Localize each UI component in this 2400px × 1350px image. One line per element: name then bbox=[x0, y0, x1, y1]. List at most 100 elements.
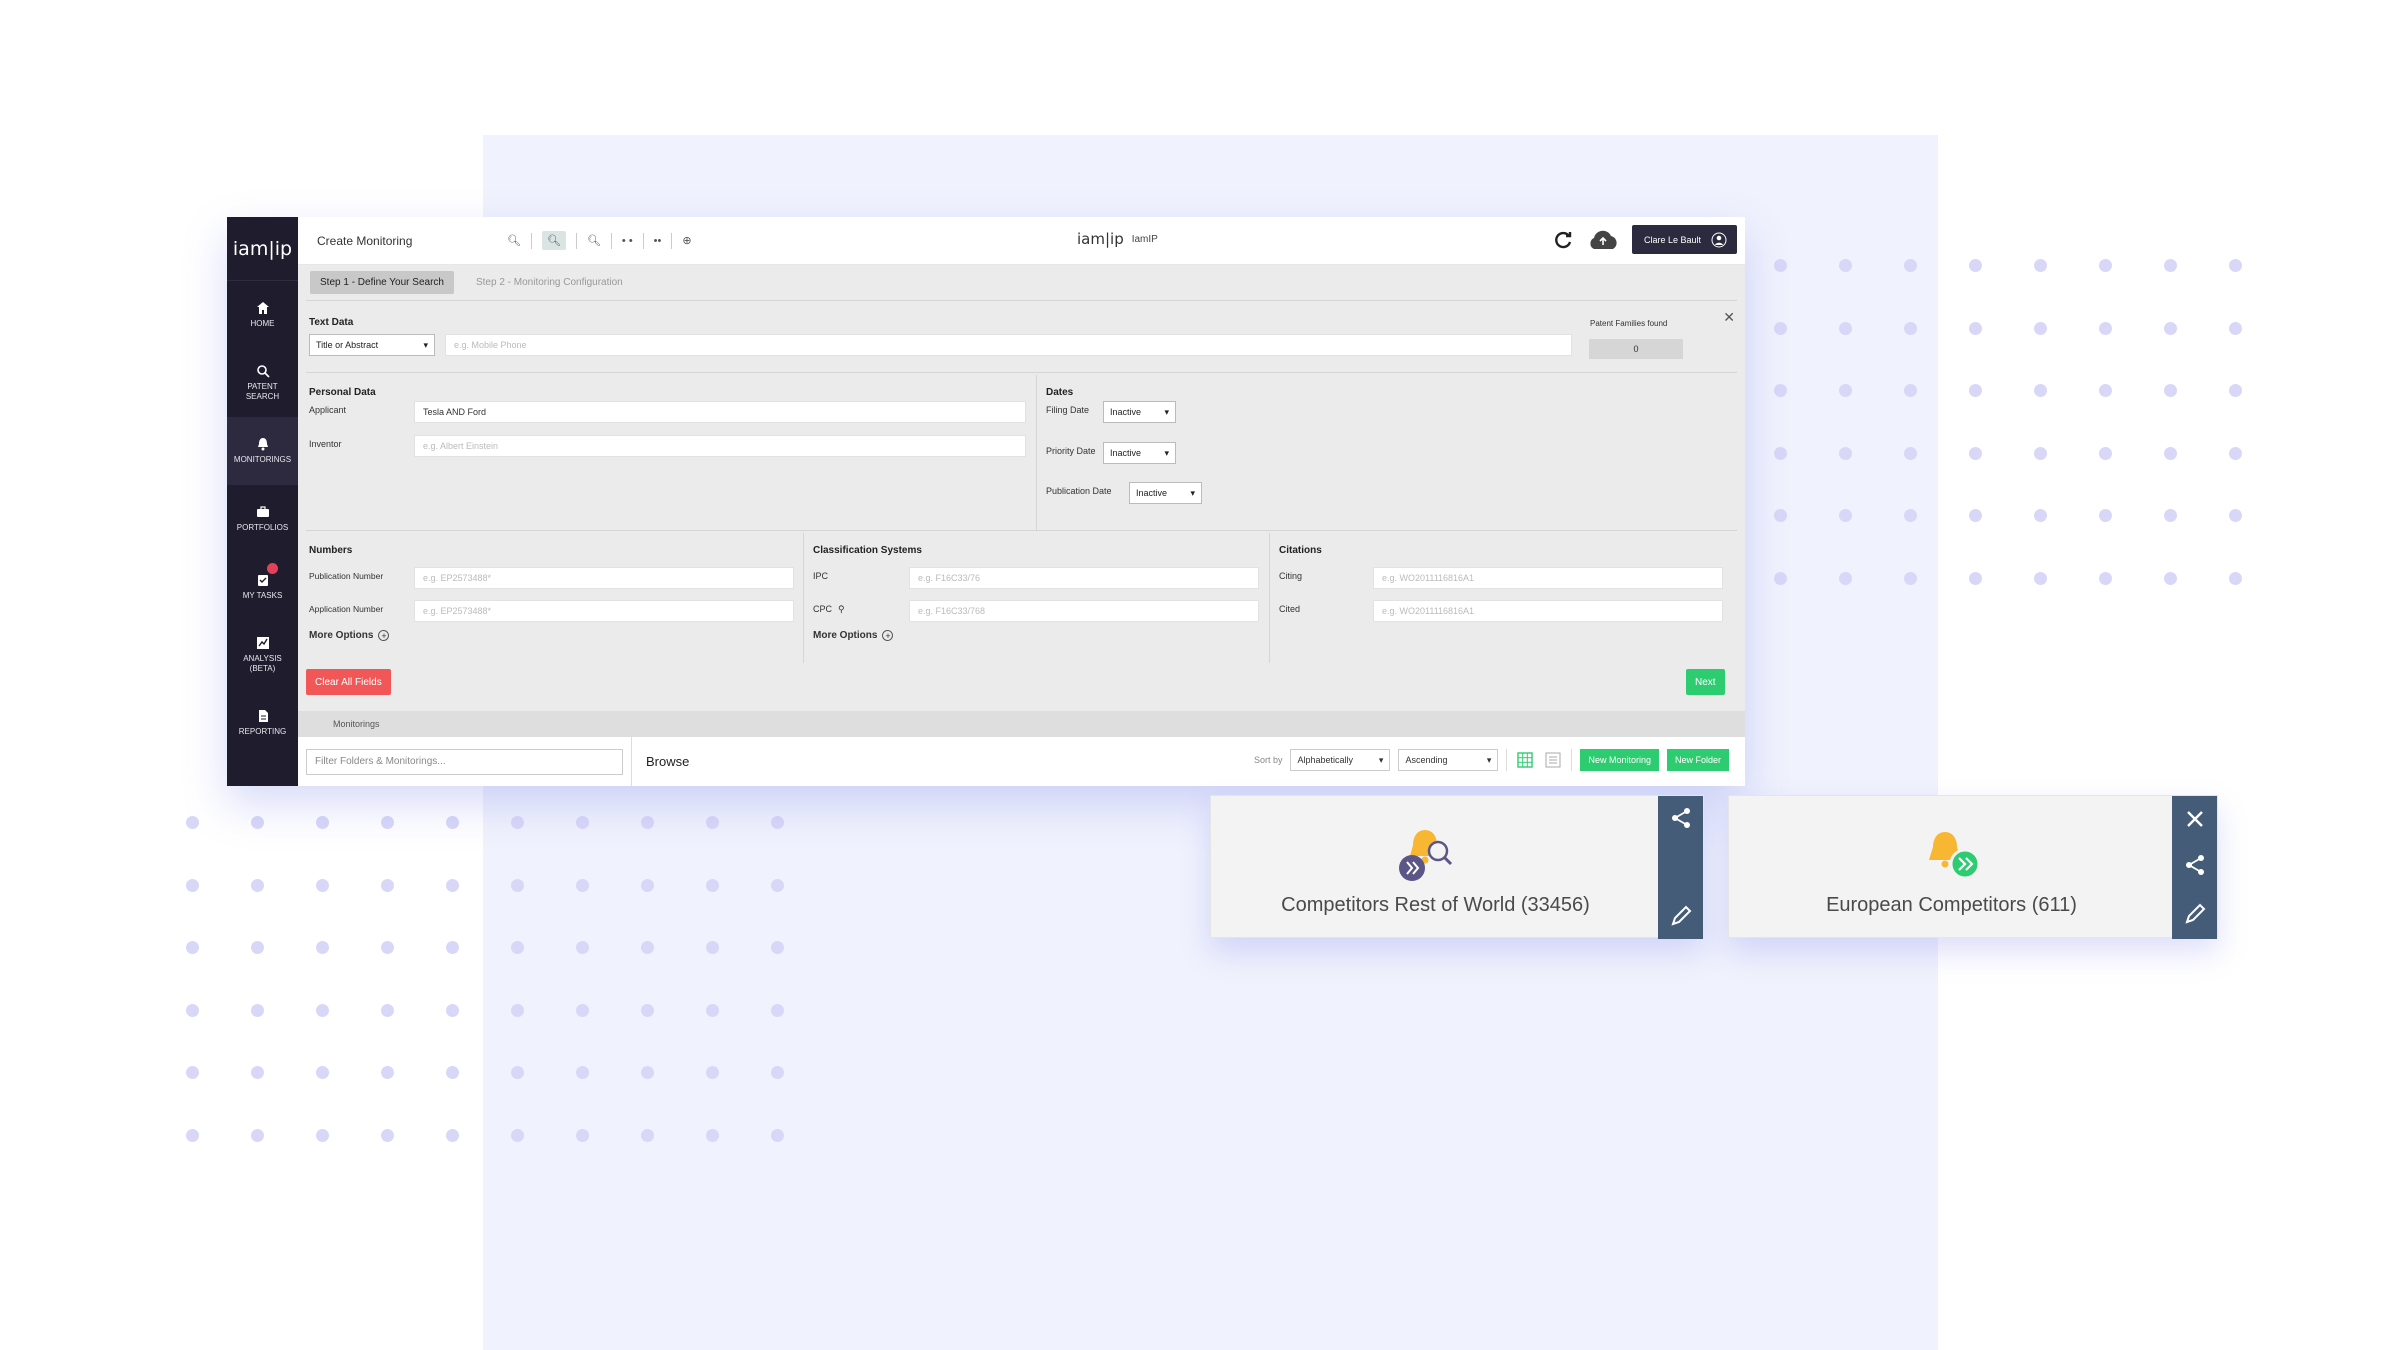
cloud-upload-icon[interactable] bbox=[1586, 229, 1620, 251]
user-name: Clare Le Bault bbox=[1643, 234, 1701, 245]
order-select[interactable]: Ascending ▾ bbox=[1398, 749, 1499, 771]
pencil-icon[interactable] bbox=[2183, 902, 2207, 926]
user-menu-button[interactable]: Clare Le Bault bbox=[1631, 225, 1737, 254]
group-icon[interactable]: •• bbox=[654, 235, 662, 247]
decorative-dot bbox=[2164, 259, 2177, 272]
share-icon[interactable] bbox=[2184, 854, 2206, 876]
search-family-icon[interactable]: 🔍︎ bbox=[587, 234, 601, 247]
chevron-down-icon: ▾ bbox=[1164, 406, 1169, 417]
sidebar-item-my-tasks[interactable]: MY TASKS bbox=[227, 553, 298, 621]
sidebar-item-label: PATENT SEARCH bbox=[245, 382, 280, 401]
advanced-search-icon[interactable]: 🔍︎ bbox=[541, 231, 566, 250]
sidebar-item-label: REPORTING bbox=[238, 727, 287, 737]
monitoring-card[interactable]: European Competitors (611) bbox=[1728, 795, 2218, 939]
search-icon[interactable]: ⚲ bbox=[838, 604, 845, 615]
decorative-dot bbox=[446, 878, 459, 892]
browse-label: Browse bbox=[646, 754, 690, 769]
decorative-dot bbox=[576, 941, 589, 954]
monitorings-label: Monitorings bbox=[333, 719, 380, 729]
sidebar-item-patent-search[interactable]: PATENT SEARCH bbox=[227, 349, 298, 417]
sidebar-item-analysis[interactable]: ANALYSIS (BETA) bbox=[227, 621, 298, 689]
applicant-field[interactable]: Tesla AND Ford bbox=[414, 401, 1026, 423]
decorative-dot bbox=[1774, 446, 1787, 460]
decorative-dot bbox=[316, 1128, 329, 1142]
decorative-dot bbox=[511, 1003, 524, 1017]
top-bar: Create Monitoring 🔍︎ 🔍︎ 🔍︎ • • •• ⊕ iam|… bbox=[298, 217, 1745, 265]
bell-forward-icon bbox=[1923, 828, 1985, 891]
numbers-more-options[interactable]: More Options + bbox=[309, 630, 390, 641]
tab-step-1[interactable]: Step 1 - Define Your Search bbox=[310, 270, 454, 294]
sidebar-item-monitorings[interactable]: MONITORINGS bbox=[227, 417, 298, 485]
decorative-dot bbox=[511, 1066, 524, 1079]
search-icon bbox=[256, 365, 270, 378]
compare-icon[interactable]: • • bbox=[622, 235, 633, 247]
filing-date-select[interactable]: Inactive ▾ bbox=[1103, 401, 1176, 423]
decorative-dot bbox=[446, 941, 459, 954]
decorative-dot bbox=[2164, 571, 2177, 585]
close-icon[interactable] bbox=[2185, 809, 2205, 829]
cpc-label: CPC bbox=[813, 604, 833, 614]
cpc-field[interactable]: e.g. F16C33/768 bbox=[909, 600, 1259, 622]
decorative-dot bbox=[2229, 259, 2242, 272]
tasks-icon bbox=[257, 575, 268, 587]
decorative-dot bbox=[641, 1128, 654, 1142]
decorative-dot bbox=[2099, 321, 2112, 335]
grid-view-icon[interactable] bbox=[1515, 749, 1535, 771]
card-actions bbox=[1658, 796, 1703, 939]
text-data-input[interactable]: e.g. Mobile Phone bbox=[445, 334, 1572, 356]
decorative-dot bbox=[1774, 384, 1787, 397]
decorative-dot bbox=[641, 1066, 654, 1079]
application-number-field[interactable]: e.g. EP2573488* bbox=[414, 600, 794, 622]
sort-by-label: Sort by bbox=[1253, 755, 1283, 765]
refresh-icon[interactable] bbox=[1552, 229, 1574, 251]
more-options-label: More Options bbox=[813, 630, 878, 641]
sidebar-item-label: PORTFOLIOS bbox=[236, 523, 289, 533]
next-button[interactable]: Next bbox=[1686, 669, 1725, 695]
priority-date-select[interactable]: Inactive ▾ bbox=[1103, 442, 1176, 464]
clear-all-fields-button[interactable]: Clear All Fields bbox=[306, 669, 391, 695]
decorative-dot bbox=[706, 941, 719, 954]
dates-title: Dates bbox=[1046, 387, 1074, 398]
select-value: Ascending bbox=[1405, 755, 1448, 765]
divider bbox=[1506, 749, 1508, 771]
classification-more-options[interactable]: More Options + bbox=[813, 630, 894, 641]
monitoring-card[interactable]: Competitors Rest of World (33456) bbox=[1210, 795, 1704, 939]
publication-number-label: Publication Number bbox=[309, 571, 384, 581]
share-icon[interactable] bbox=[1670, 807, 1692, 829]
pencil-icon[interactable] bbox=[1669, 904, 1693, 928]
decorative-dot bbox=[1904, 571, 1917, 585]
decorative-dot bbox=[511, 878, 524, 892]
publication-date-select[interactable]: Inactive ▾ bbox=[1129, 482, 1202, 504]
decorative-dot bbox=[381, 816, 394, 829]
decorative-dot bbox=[511, 941, 524, 954]
decorative-dot bbox=[576, 878, 589, 892]
tab-step-2[interactable]: Step 2 - Monitoring Configuration bbox=[466, 271, 633, 294]
search-icon[interactable]: 🔍︎ bbox=[507, 234, 521, 247]
cited-field[interactable]: e.g. WO2011116816A1 bbox=[1373, 600, 1723, 622]
sidebar-item-home[interactable]: HOME bbox=[227, 281, 298, 349]
decorative-dot bbox=[381, 941, 394, 954]
list-view-icon[interactable] bbox=[1543, 749, 1563, 771]
decorative-dot bbox=[706, 1003, 719, 1017]
sidebar-item-portfolios[interactable]: PORTFOLIOS bbox=[227, 485, 298, 553]
close-icon[interactable]: ✕ bbox=[1723, 309, 1735, 326]
new-monitoring-button[interactable]: New Monitoring bbox=[1580, 749, 1659, 771]
add-circle-icon[interactable]: ⊕ bbox=[682, 234, 691, 247]
publication-number-field[interactable]: e.g. EP2573488* bbox=[414, 567, 794, 589]
applicant-label: Applicant bbox=[309, 405, 347, 415]
ipc-field[interactable]: e.g. F16C33/76 bbox=[909, 567, 1259, 589]
decorative-dot bbox=[446, 1066, 459, 1079]
select-value: Alphabetically bbox=[1297, 755, 1353, 765]
text-field-select[interactable]: Title or Abstract ▾ bbox=[309, 334, 435, 356]
filter-input[interactable]: Filter Folders & Monitorings... bbox=[306, 748, 623, 775]
sort-select[interactable]: Alphabetically ▾ bbox=[1290, 749, 1391, 771]
inventor-field[interactable]: e.g. Albert Einstein bbox=[414, 435, 1026, 457]
decorative-dot bbox=[316, 816, 329, 829]
decorative-dot bbox=[1969, 446, 1982, 460]
sidebar-logo[interactable]: iam|ip bbox=[227, 217, 298, 281]
new-folder-button[interactable]: New Folder bbox=[1666, 749, 1729, 771]
divider bbox=[803, 533, 804, 663]
decorative-dot bbox=[316, 878, 329, 892]
sidebar-item-reporting[interactable]: REPORTING bbox=[227, 689, 298, 757]
citing-field[interactable]: e.g. WO2011116816A1 bbox=[1373, 567, 1723, 589]
